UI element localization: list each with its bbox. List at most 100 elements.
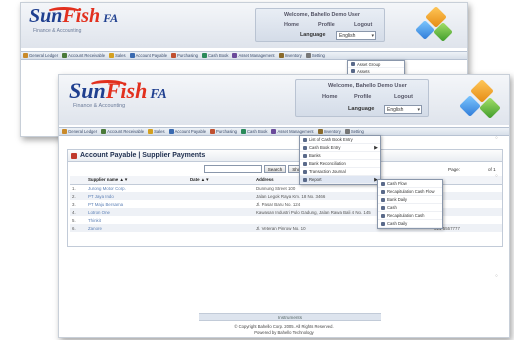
menu-setting[interactable]: Setting bbox=[305, 53, 325, 58]
supplier-link[interactable]: Zanore bbox=[86, 224, 188, 232]
bullet-icon bbox=[303, 137, 307, 142]
search-input[interactable] bbox=[204, 165, 262, 173]
bullet-icon bbox=[381, 197, 385, 202]
menu-account-payable[interactable]: Account Payable bbox=[129, 53, 167, 58]
purchasing-icon bbox=[171, 53, 177, 58]
welcome-text: Welcome, Bahello Demo User bbox=[284, 12, 360, 18]
dropdown-item-report[interactable]: Report▶ bbox=[300, 176, 380, 184]
bullet-icon bbox=[303, 177, 307, 182]
inventory-icon bbox=[317, 129, 323, 134]
dropdown-item-cash-book-entry[interactable]: Cash Book Entry ▶ bbox=[300, 144, 380, 152]
col-date[interactable]: Date ▲▼ bbox=[188, 176, 254, 185]
bullet-icon bbox=[303, 153, 307, 158]
submenu-item-cash-flow[interactable]: Cash Flow bbox=[378, 180, 442, 188]
logout-link[interactable]: Logout bbox=[394, 94, 413, 100]
cash-book-icon bbox=[202, 53, 207, 58]
bullet-icon bbox=[303, 161, 307, 166]
menu-purchasing[interactable]: Purchasing bbox=[210, 129, 237, 134]
cubes-icon bbox=[415, 6, 455, 46]
language-label: Language bbox=[348, 106, 375, 112]
ledger-icon bbox=[23, 53, 28, 58]
submenu-item-cash[interactable]: Cash bbox=[378, 204, 442, 212]
supplier-link[interactable]: Lotron One bbox=[86, 208, 188, 216]
main-menu-bar: General Ledger Account Receivable Sales … bbox=[59, 127, 509, 136]
receivable-icon bbox=[101, 129, 107, 134]
user-box: Welcome, Bahello Demo User Home Profile … bbox=[255, 8, 385, 42]
bullet-icon bbox=[351, 69, 355, 73]
purchasing-icon bbox=[210, 129, 216, 134]
submenu-arrow-icon: ▶ bbox=[374, 144, 378, 151]
menu-sales[interactable]: Sales bbox=[109, 53, 126, 58]
menu-purchasing[interactable]: Purchasing bbox=[171, 53, 198, 58]
menu-inventory[interactable]: Inventory bbox=[317, 129, 341, 134]
submenu-item-bank-daily[interactable]: Bank Daily bbox=[378, 196, 442, 204]
dropdown-item-transaction-journal[interactable]: Transaction Journal bbox=[300, 168, 380, 176]
inventory-icon bbox=[278, 53, 284, 58]
cubes-icon bbox=[459, 79, 503, 123]
sales-icon bbox=[148, 129, 154, 134]
menu-account-receivable[interactable]: Account Receivable bbox=[101, 129, 144, 134]
welcome-text: Welcome, Bahello Demo User bbox=[328, 83, 407, 89]
bullet-icon bbox=[381, 213, 385, 218]
dropdown-item-banks[interactable]: Banks bbox=[300, 152, 380, 160]
menu-general-ledger[interactable]: General Ledger bbox=[62, 129, 97, 134]
sales-icon bbox=[109, 53, 115, 58]
page-label: Page: bbox=[448, 167, 461, 172]
asset-icon bbox=[232, 53, 238, 58]
menu-sales[interactable]: Sales bbox=[148, 129, 165, 134]
home-link[interactable]: Home bbox=[322, 94, 338, 100]
dropdown-item-asset-group[interactable]: Asset Group bbox=[348, 61, 404, 68]
menu-cash-book[interactable]: Cash Book bbox=[202, 53, 228, 58]
supplier-link[interactable]: PT Jaya Indo bbox=[86, 192, 188, 200]
report-submenu: Cash Flow Recapitulation Cash Flow Bank … bbox=[377, 179, 443, 229]
supplier-link[interactable]: Jurong Motor Corp. bbox=[86, 184, 188, 192]
user-box: Welcome, Bahello Demo User Home Profile … bbox=[295, 79, 429, 117]
ledger-icon bbox=[62, 129, 67, 134]
setting-icon bbox=[344, 129, 350, 134]
menu-asset-management[interactable]: Asset Management bbox=[232, 53, 275, 58]
language-select[interactable]: English bbox=[384, 105, 422, 115]
bullet-icon bbox=[381, 189, 385, 194]
instruments-bar: Instruments bbox=[199, 313, 381, 321]
home-link[interactable]: Home bbox=[284, 22, 299, 28]
bullet-icon bbox=[303, 145, 307, 150]
payable-icon bbox=[129, 53, 135, 58]
bullet-icon bbox=[381, 181, 385, 186]
language-select[interactable]: English bbox=[336, 31, 376, 41]
search-button[interactable]: Search bbox=[264, 165, 286, 173]
payable-icon bbox=[71, 152, 77, 159]
supplier-link[interactable]: Thinkit bbox=[86, 216, 188, 224]
cash-book-icon bbox=[241, 129, 246, 134]
dropdown-item-list-cash-book-entry[interactable]: List of Cash Book Entry bbox=[300, 136, 380, 144]
supplier-link[interactable]: PT Maju Bersama bbox=[86, 200, 188, 208]
menu-account-receivable[interactable]: Account Receivable bbox=[62, 53, 105, 58]
logo-swoosh bbox=[47, 7, 81, 17]
menu-account-payable[interactable]: Account Payable bbox=[168, 129, 206, 134]
cash-book-dropdown: List of Cash Book Entry Cash Book Entry ▶… bbox=[299, 135, 381, 185]
menu-general-ledger[interactable]: General Ledger bbox=[23, 53, 58, 58]
menu-asset-management[interactable]: Asset Management bbox=[271, 129, 314, 134]
submenu-item-cash-daily[interactable]: Cash Daily bbox=[378, 220, 442, 228]
scroll-arrow-icon[interactable]: ◦ bbox=[495, 271, 498, 280]
scroll-arrow-icon[interactable]: ◦ bbox=[495, 171, 498, 180]
submenu-item-recapitulation-cash-flow[interactable]: Recapitulation Cash Flow bbox=[378, 188, 442, 196]
bullet-icon bbox=[303, 169, 307, 174]
setting-icon bbox=[305, 53, 311, 58]
profile-link[interactable]: Profile bbox=[354, 94, 371, 100]
menu-inventory[interactable]: Inventory bbox=[278, 53, 302, 58]
scroll-arrow-icon[interactable]: ◦ bbox=[495, 133, 498, 142]
logout-link[interactable]: Logout bbox=[354, 22, 372, 28]
menu-setting[interactable]: Setting bbox=[344, 129, 364, 134]
profile-link[interactable]: Profile bbox=[318, 22, 335, 28]
logo-swoosh bbox=[89, 80, 127, 91]
foreground-app-window: SunFish FA Finance & Accounting Welcome, … bbox=[58, 74, 510, 338]
submenu-item-recapitulation-cash[interactable]: Recapitulation Cash bbox=[378, 212, 442, 220]
dropdown-item-bank-reconciliation[interactable]: Bank Reconciliation bbox=[300, 160, 380, 168]
language-label: Language bbox=[300, 32, 326, 38]
menu-cash-book[interactable]: Cash Book bbox=[241, 129, 267, 134]
col-supplier-name[interactable]: Supplier name ▲▼ bbox=[86, 176, 188, 185]
bullet-icon bbox=[351, 62, 355, 66]
copyright-text: © Copyright Bahello Corp. 2005. All Righ… bbox=[234, 324, 334, 335]
panel-title: Account Payable | Supplier Payments bbox=[80, 152, 206, 159]
receivable-icon bbox=[62, 53, 68, 58]
